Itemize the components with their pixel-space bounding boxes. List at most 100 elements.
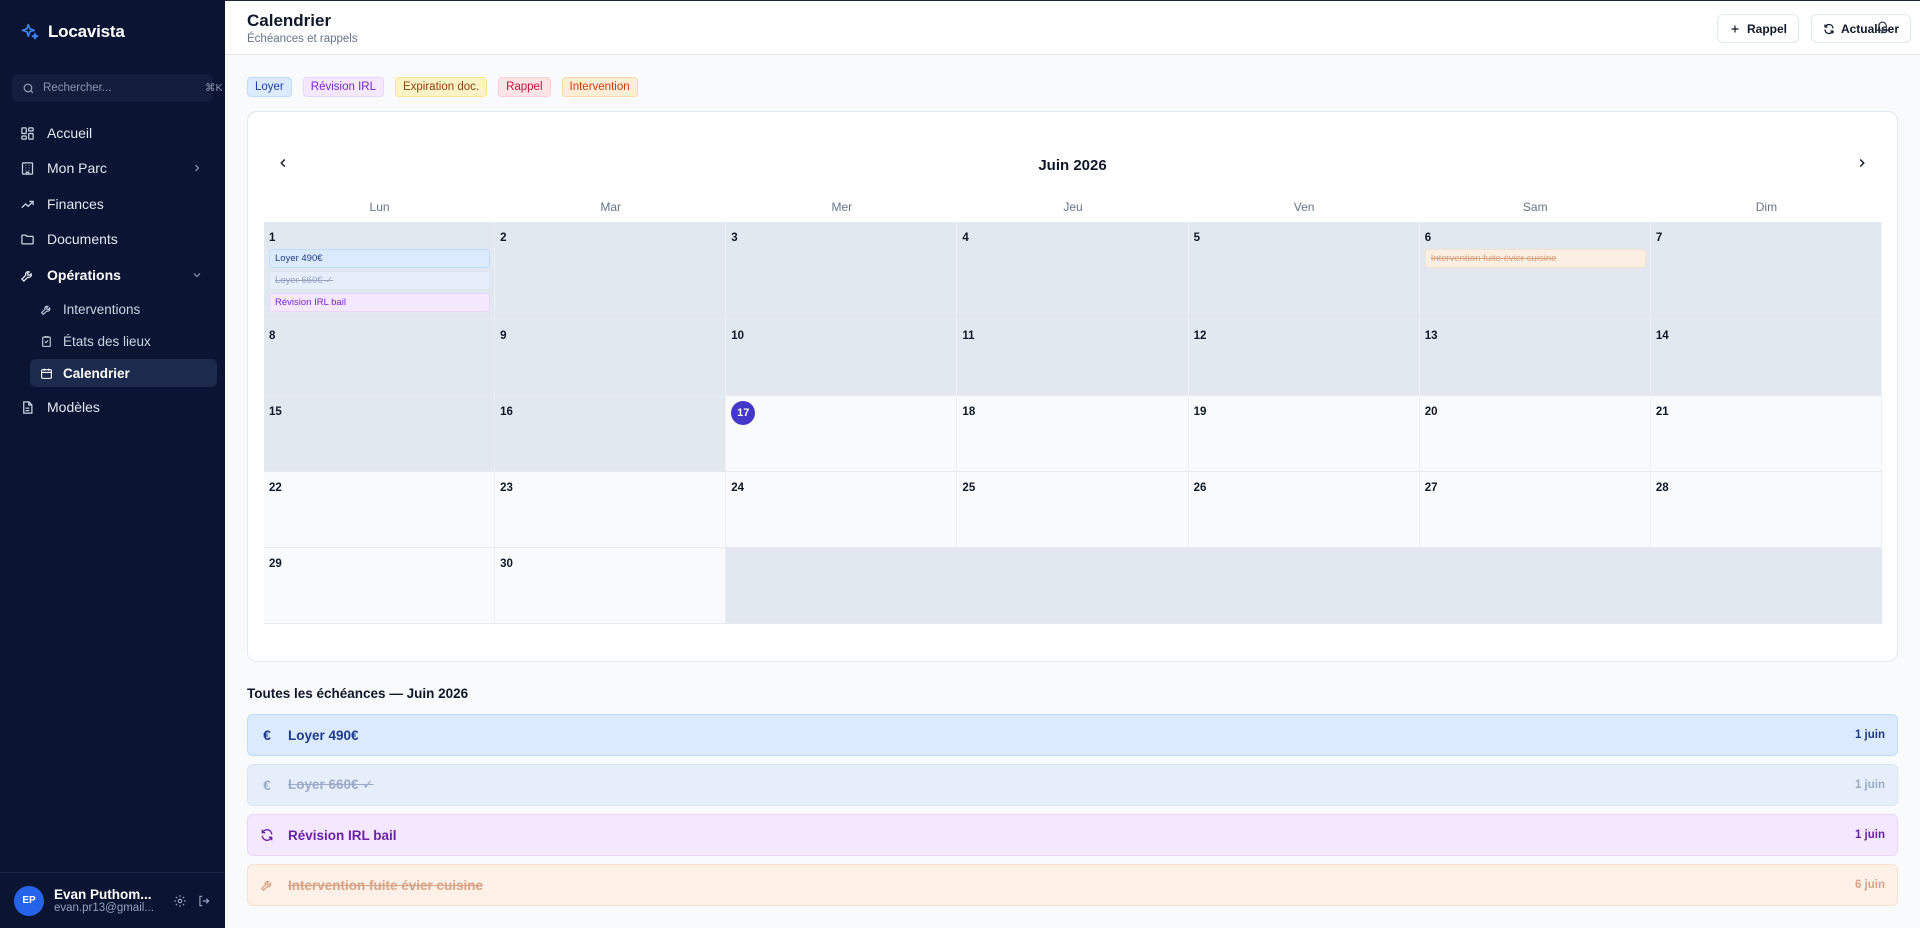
calendar-day-cell[interactable]: 7 — [1650, 222, 1882, 320]
day-number: 22 — [269, 482, 282, 494]
brand[interactable]: Locavista — [20, 20, 125, 44]
deadline-name: Intervention fuite évier cuisine — [288, 877, 484, 893]
calendar-day-cell[interactable]: 5 — [1188, 222, 1420, 320]
day-number: 16 — [500, 406, 513, 418]
calendar-day-cell[interactable]: 4 — [957, 222, 1189, 320]
calendar-day-cell[interactable]: 21 — [1650, 396, 1882, 472]
day-number: 14 — [1655, 330, 1669, 342]
day-number: 7 — [1655, 232, 1663, 244]
bell-icon[interactable] — [1875, 19, 1890, 34]
chevron-right-icon[interactable] — [1855, 156, 1869, 170]
weekday-label: Mar — [600, 200, 622, 214]
calendar-day-cell[interactable]: 25 — [957, 472, 1189, 548]
file-icon — [20, 400, 35, 415]
calendar-day-cell[interactable]: 26 — [1188, 472, 1420, 548]
clipboard-icon — [40, 335, 53, 348]
calendar-day-cell[interactable]: 14 — [1650, 320, 1882, 396]
calendar-day-cell[interactable]: 9 — [495, 320, 727, 396]
calendar-event[interactable]: Révision IRL bail — [269, 293, 491, 312]
sidebar-subitem-label: Interventions — [63, 301, 141, 317]
deadline-date: 1 juin — [1854, 779, 1885, 791]
calendar-day-cell[interactable]: 24 — [726, 472, 958, 548]
user-panel: EP Evan Puthom... evan.pr13@gmail... — [0, 872, 225, 928]
calendar-event[interactable]: Intervention fuite évier cuisine — [1424, 249, 1646, 268]
calendar-day-cell[interactable]: 30 — [495, 548, 727, 624]
sidebar-item-operations[interactable]: Opérations — [8, 260, 217, 290]
calendar-day-cell[interactable]: 17 — [726, 396, 958, 472]
calendar-day-cell[interactable]: 10 — [726, 320, 958, 396]
brand-name: Locavista — [48, 22, 125, 41]
calendar-day-cell[interactable]: 29 — [264, 548, 496, 624]
deadline-row[interactable]: Intervention fuite évier cuisine 6 juin — [247, 864, 1898, 906]
deadline-row[interactable]: Révision IRL bail 1 juin — [247, 814, 1898, 856]
calendar-empty-cell — [1419, 548, 1651, 624]
logout-icon[interactable] — [197, 894, 211, 908]
legend-chip[interactable]: Loyer — [247, 77, 292, 97]
calendar-event[interactable]: Loyer 660€ ✓ — [269, 271, 491, 290]
legend-chip[interactable]: Expiration doc. — [394, 77, 488, 97]
deadline-row[interactable]: € Loyer 490€ 1 juin — [247, 714, 1898, 756]
refresh-icon — [260, 828, 274, 842]
calendar-event[interactable]: Loyer 490€ — [269, 249, 491, 268]
day-number: 8 — [269, 330, 276, 342]
calendar-day-cell[interactable]: 19 — [1188, 396, 1420, 472]
calendar-day-cell[interactable]: 20 — [1419, 396, 1651, 472]
legend-chip[interactable]: Révision IRL — [302, 77, 384, 97]
sidebar-item-modeles[interactable]: Modèles — [8, 392, 217, 422]
weekday-label: Dim — [1755, 200, 1778, 214]
weekday-label: Ven — [1293, 200, 1315, 214]
sparkles-icon — [20, 22, 40, 42]
calendar-day-cell[interactable]: 22 — [264, 472, 496, 548]
sidebar: Locavista ⌘K Accueil Mon Parc Finances D… — [0, 0, 225, 928]
search-input[interactable] — [43, 82, 197, 94]
calendar-day-cell[interactable]: 23 — [495, 472, 727, 548]
calendar-icon — [40, 367, 53, 380]
add-reminder-button[interactable]: Rappel — [1716, 14, 1799, 43]
search-box[interactable]: ⌘K — [12, 74, 223, 102]
calendar-day-cell[interactable]: 12 — [1188, 320, 1420, 396]
add-reminder-label: Rappel — [1746, 21, 1787, 36]
sidebar-item-documents[interactable]: Documents — [8, 224, 217, 254]
refresh-icon — [1823, 23, 1835, 35]
day-number: 3 — [731, 232, 738, 244]
search-icon — [22, 82, 35, 95]
day-number: 29 — [269, 558, 282, 570]
legend: Loyer Révision IRL Expiration doc. Rappel In… — [247, 77, 638, 97]
legend-chip[interactable]: Rappel — [498, 77, 551, 97]
calendar-day-cell[interactable]: 6 Intervention fuite évier cuisine — [1419, 222, 1651, 320]
weekday-label: Mer — [831, 200, 853, 214]
settings-icon[interactable] — [173, 894, 187, 908]
calendar-day-cell[interactable]: 11 — [957, 320, 1189, 396]
calendar-day-cell[interactable]: 1 Loyer 490€ Loyer 660€ ✓ Révision IRL bail — [264, 222, 496, 320]
legend-chip[interactable]: Intervention — [561, 77, 638, 97]
sidebar-subitem-etats-des-lieux[interactable]: États des lieux — [30, 327, 217, 355]
sidebar-subitem-calendrier[interactable]: Calendrier — [30, 359, 217, 387]
day-number: 25 — [962, 482, 976, 494]
sidebar-item-label: Modèles — [47, 399, 100, 415]
sidebar-item-label: Mon Parc — [47, 160, 107, 176]
calendar-day-cell[interactable]: 18 — [957, 396, 1189, 472]
calendar-day-cell[interactable]: 27 — [1419, 472, 1651, 548]
sidebar-subitem-label: Calendrier — [63, 365, 130, 381]
sidebar-item-mon-parc[interactable]: Mon Parc — [8, 153, 217, 183]
calendar-day-cell[interactable]: 8 — [264, 320, 496, 396]
calendar-day-cell[interactable]: 28 — [1650, 472, 1882, 548]
day-number: 30 — [500, 558, 513, 570]
sidebar-item-finances[interactable]: Finances — [8, 189, 217, 219]
today-marker: 17 — [731, 401, 756, 425]
deadline-name: Loyer 660€ ✓ — [288, 777, 374, 792]
deadline-date: 1 juin — [1854, 829, 1885, 841]
deadline-row[interactable]: € Loyer 660€ ✓ 1 juin — [247, 764, 1898, 806]
calendar-day-cell[interactable]: 3 — [726, 222, 958, 320]
refresh-button[interactable]: Actualiser — [1810, 14, 1911, 43]
avatar[interactable]: EP — [14, 885, 44, 916]
search-shortcut: ⌘K — [205, 82, 223, 94]
sidebar-item-accueil[interactable]: Accueil — [8, 118, 217, 148]
calendar-day-cell[interactable]: 15 — [264, 396, 496, 472]
trending-up-icon — [20, 197, 35, 212]
calendar-day-cell[interactable]: 2 — [495, 222, 727, 320]
sidebar-subitem-interventions[interactable]: Interventions — [30, 295, 217, 323]
calendar-day-cell[interactable]: 13 — [1419, 320, 1651, 396]
calendar-day-cell[interactable]: 16 — [495, 396, 727, 472]
day-number: 18 — [962, 406, 976, 418]
